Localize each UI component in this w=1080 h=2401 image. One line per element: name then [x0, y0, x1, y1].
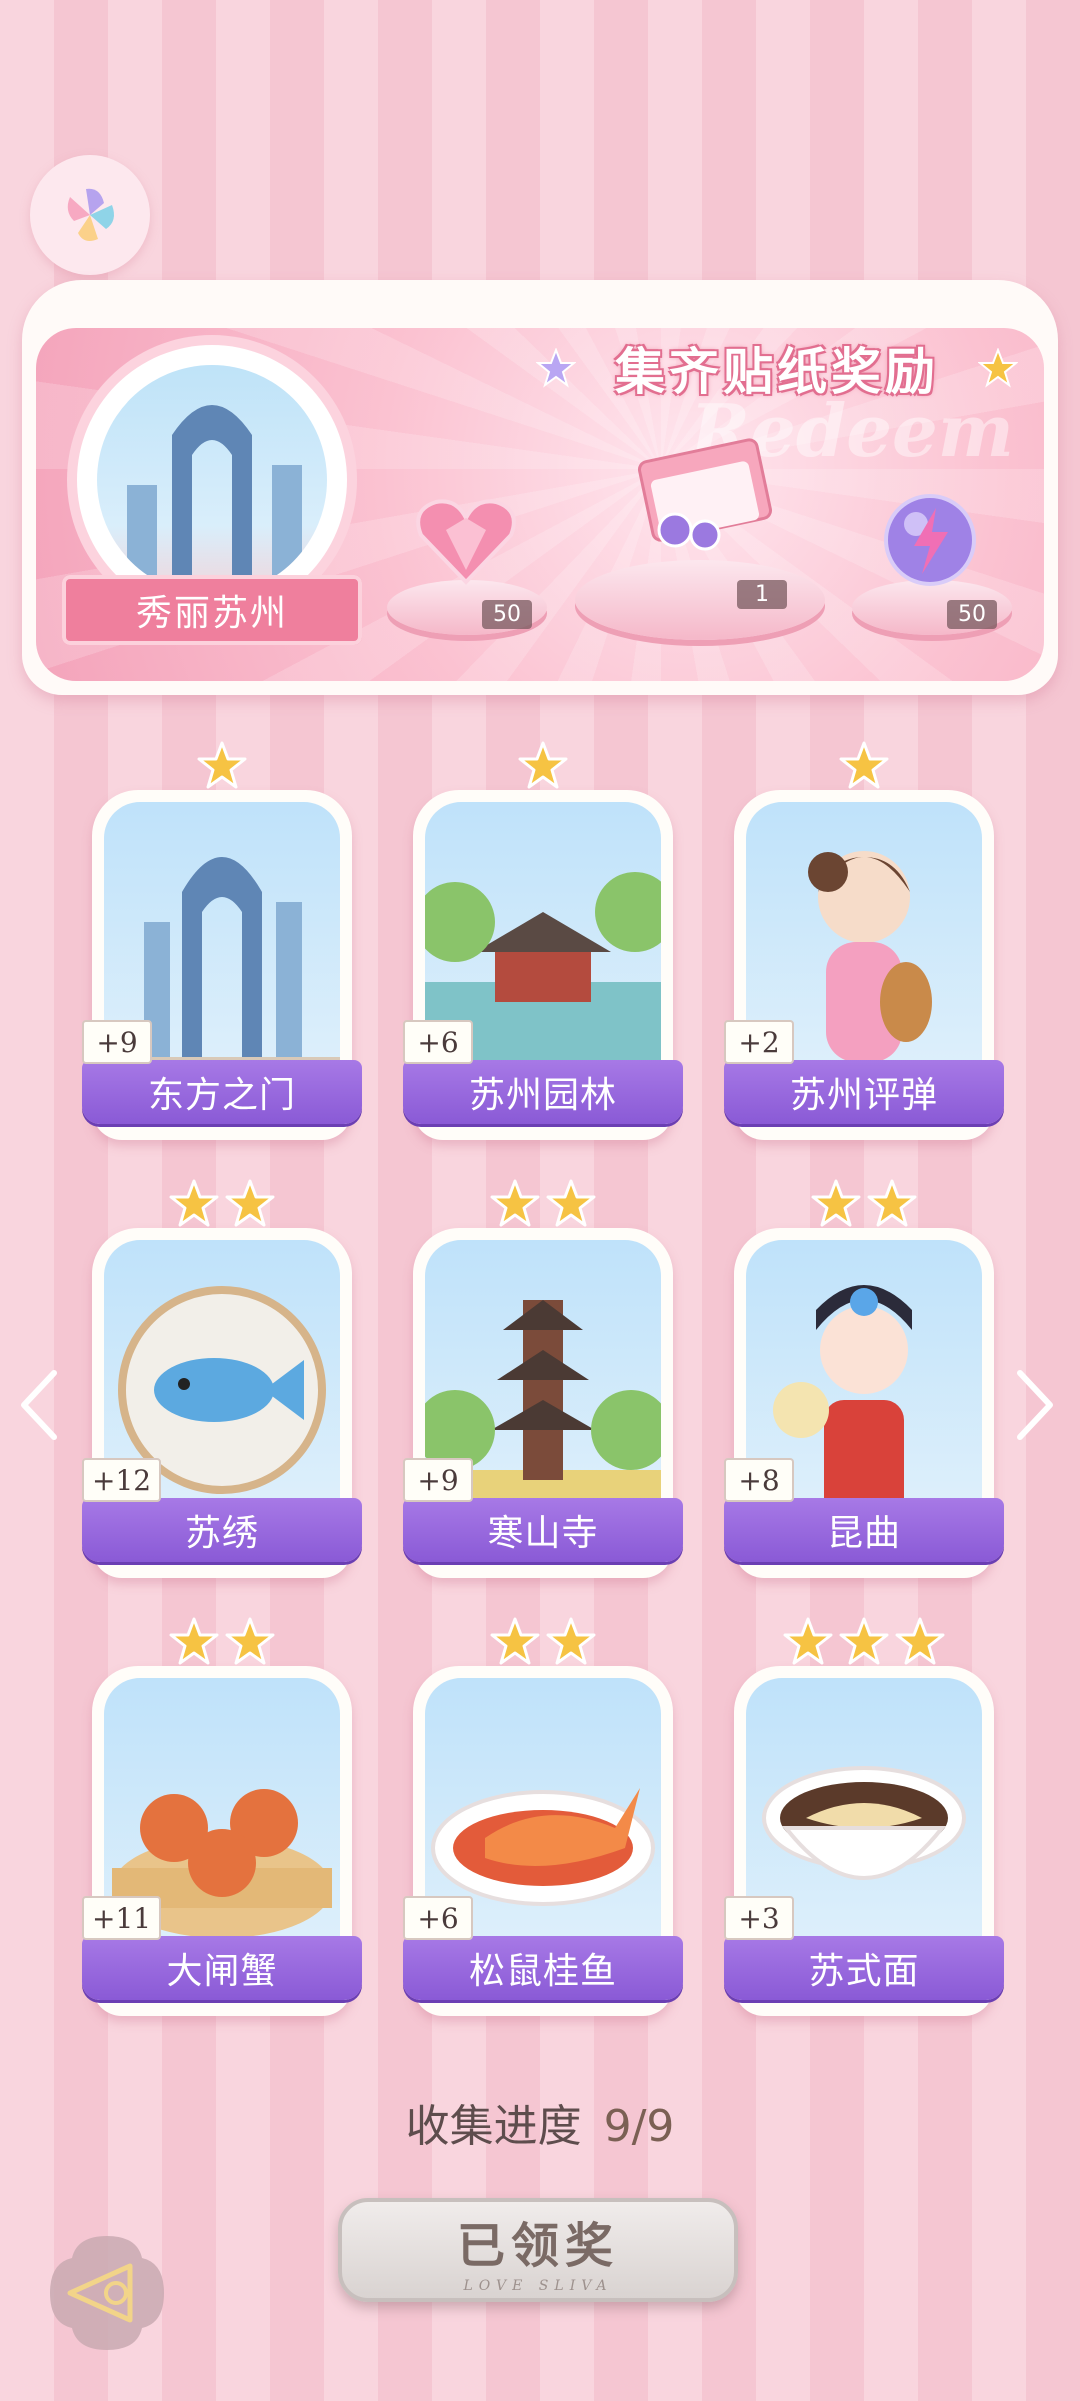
reward-heart-gem[interactable]: 50 — [387, 490, 547, 640]
star-icon — [169, 1179, 219, 1227]
chevron-right-icon — [1017, 1370, 1053, 1440]
star-rating — [413, 740, 673, 800]
sticker-label: 苏州评弹 — [724, 1060, 1004, 1124]
sticker-card[interactable]: 苏州园林 +6 — [403, 741, 683, 1140]
sticker-name: 苏式面 — [808, 1951, 920, 1992]
sticker-count-badge: +6 — [403, 1020, 473, 1064]
star-rating — [92, 1178, 352, 1238]
star-icon — [867, 1179, 917, 1227]
star-icon — [490, 1179, 540, 1227]
star-icon — [225, 1617, 275, 1665]
star-icon — [811, 1179, 861, 1227]
sticker-name: 松鼠桂鱼 — [468, 1951, 617, 1992]
prev-page-arrow[interactable] — [14, 1365, 64, 1445]
app-logo[interactable] — [30, 155, 150, 275]
sticker-count-badge: +3 — [724, 1896, 794, 1940]
star-icon — [895, 1617, 945, 1665]
city-image — [97, 365, 327, 595]
sticker-label: 苏州园林 — [403, 1060, 683, 1124]
sticker-card[interactable]: 松鼠桂鱼 +6 — [403, 1617, 683, 2016]
heart-gem-icon — [416, 499, 516, 585]
star-icon — [169, 1617, 219, 1665]
star-icon — [978, 348, 1018, 388]
star-icon — [783, 1617, 833, 1665]
sticker-name: 苏州园林 — [468, 1075, 617, 1116]
reward-energy-orb[interactable]: 50 — [852, 490, 1012, 640]
star-rating — [92, 740, 352, 800]
sticker-card[interactable]: 苏式面 +3 — [724, 1617, 1004, 2016]
sticker-card[interactable]: 苏州评弹 +2 — [724, 741, 1004, 1140]
star-rating — [413, 1616, 673, 1676]
city-name: 秀丽苏州 — [135, 593, 288, 634]
sticker-label: 苏式面 — [724, 1936, 1004, 2000]
claimed-label: 已领奖 — [456, 2218, 619, 2274]
back-button[interactable] — [42, 2228, 172, 2358]
energy-orb-icon — [884, 494, 976, 586]
back-arrow-icon — [50, 2236, 164, 2350]
sticker-name: 东方之门 — [147, 1075, 296, 1116]
sticker-label: 苏绣 — [82, 1498, 362, 1562]
sticker-label: 松鼠桂鱼 — [403, 1936, 683, 2000]
pinwheel-icon — [67, 188, 114, 241]
sticker-card[interactable]: 东方之门 +9 — [82, 741, 362, 1140]
star-rating — [734, 1178, 994, 1238]
star-icon — [546, 1617, 596, 1665]
star-icon — [197, 741, 247, 789]
star-rating — [413, 1178, 673, 1238]
sticker-card[interactable]: 昆曲 +8 — [724, 1179, 1004, 1578]
sticker-label: 昆曲 — [724, 1498, 1004, 1562]
sticker-count-badge: +11 — [82, 1896, 162, 1940]
collection-progress: 收集进度 9/9 — [0, 2090, 1080, 2154]
sticker-count-badge: +2 — [724, 1020, 794, 1064]
sticker-card[interactable]: 大闸蟹 +11 — [82, 1617, 362, 2016]
claimed-sub-label: LOVE SLIVA — [463, 2278, 613, 2294]
sticker-count-badge: +12 — [82, 1458, 162, 1502]
star-icon — [839, 741, 889, 789]
star-icon — [225, 1179, 275, 1227]
sticker-name: 昆曲 — [826, 1513, 901, 1554]
sticker-label: 寒山寺 — [403, 1498, 683, 1562]
sticker-name: 大闸蟹 — [166, 1951, 278, 1992]
reward-gift-box[interactable]: 1 — [575, 430, 825, 650]
star-icon — [490, 1617, 540, 1665]
sticker-label: 东方之门 — [82, 1060, 362, 1124]
sticker-card[interactable]: 寒山寺 +9 — [403, 1179, 683, 1578]
banner-title: 集齐贴纸奖励 — [536, 320, 1018, 416]
sticker-count-badge: +9 — [403, 1458, 473, 1502]
next-page-arrow[interactable] — [1010, 1365, 1060, 1445]
sticker-name: 苏州评弹 — [789, 1075, 938, 1116]
progress-value: 9/9 — [603, 2101, 675, 2152]
sticker-count-badge: +9 — [82, 1020, 152, 1064]
star-rating — [92, 1616, 352, 1676]
sticker-card[interactable]: 苏绣 +12 — [82, 1179, 362, 1578]
star-icon — [536, 348, 576, 388]
star-rating — [734, 740, 994, 800]
reward-qty: 1 — [737, 580, 787, 609]
progress-label: 收集进度 — [405, 2101, 582, 2152]
sticker-name: 苏绣 — [184, 1513, 259, 1554]
city-badge: 秀丽苏州 — [62, 345, 362, 645]
claimed-button[interactable]: 已领奖 LOVE SLIVA — [338, 2198, 738, 2302]
reward-qty: 50 — [947, 600, 997, 629]
reward-qty: 50 — [482, 600, 532, 629]
sticker-label: 大闸蟹 — [82, 1936, 362, 2000]
star-icon — [518, 741, 568, 789]
chevron-left-icon — [21, 1370, 57, 1440]
star-rating — [734, 1616, 994, 1676]
city-name-ribbon: 秀丽苏州 — [62, 575, 362, 645]
sticker-name: 寒山寺 — [487, 1513, 599, 1554]
star-icon — [546, 1179, 596, 1227]
star-icon — [839, 1617, 889, 1665]
gift-box-icon — [637, 438, 773, 551]
sticker-count-badge: +6 — [403, 1896, 473, 1940]
sticker-count-badge: +8 — [724, 1458, 794, 1502]
